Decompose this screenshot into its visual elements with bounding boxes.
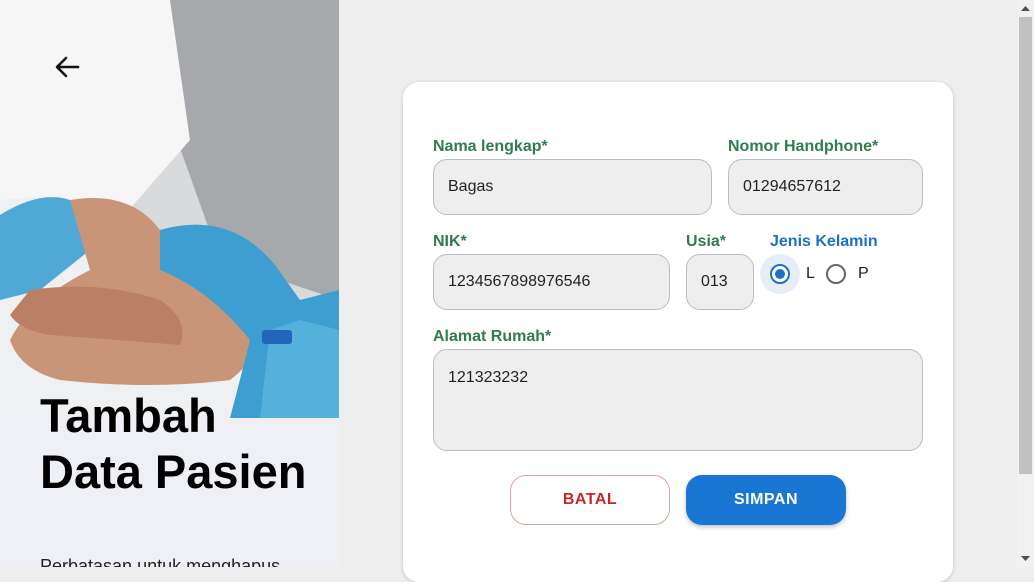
arrow-left-icon xyxy=(55,56,80,78)
phone-input[interactable] xyxy=(728,159,923,215)
nik-label: NIK* xyxy=(433,233,467,250)
patient-form-card: Nama lengkap* Nomor Handphone* NIK* Usia… xyxy=(403,82,953,582)
page-scrollbar[interactable] xyxy=(1017,0,1034,567)
age-input[interactable] xyxy=(686,254,754,310)
left-panel: Tambah Data Pasien Perbatasan untuk meng… xyxy=(0,0,339,567)
name-label: Nama lengkap* xyxy=(433,138,548,155)
radio-focus-halo xyxy=(760,254,800,294)
gender-label: Jenis Kelamin xyxy=(770,233,878,250)
radio-l[interactable] xyxy=(770,264,790,284)
gender-option-l-label: L xyxy=(806,265,815,282)
back-button[interactable] xyxy=(50,50,84,84)
nik-input[interactable] xyxy=(433,254,670,310)
address-textarea[interactable]: 121323232 xyxy=(433,349,923,451)
page-subtitle: Perbatasan untuk menghapus xyxy=(40,556,281,567)
cancel-button[interactable]: BATAL xyxy=(510,475,670,525)
age-label: Usia* xyxy=(686,233,727,250)
save-button[interactable]: SIMPAN xyxy=(686,475,846,525)
gender-option-p-label: P xyxy=(858,265,869,282)
name-input[interactable] xyxy=(433,159,712,215)
phone-label: Nomor Handphone* xyxy=(728,138,879,155)
page-title: Tambah Data Pasien xyxy=(40,389,307,498)
radio-p[interactable] xyxy=(826,264,846,284)
scroll-up-icon[interactable] xyxy=(1017,0,1034,17)
gender-option-p[interactable]: P xyxy=(826,264,869,284)
scroll-thumb[interactable] xyxy=(1019,17,1032,474)
address-label: Alamat Rumah* xyxy=(433,328,552,345)
gender-option-l[interactable]: L xyxy=(760,254,815,294)
scroll-down-icon[interactable] xyxy=(1017,550,1034,567)
